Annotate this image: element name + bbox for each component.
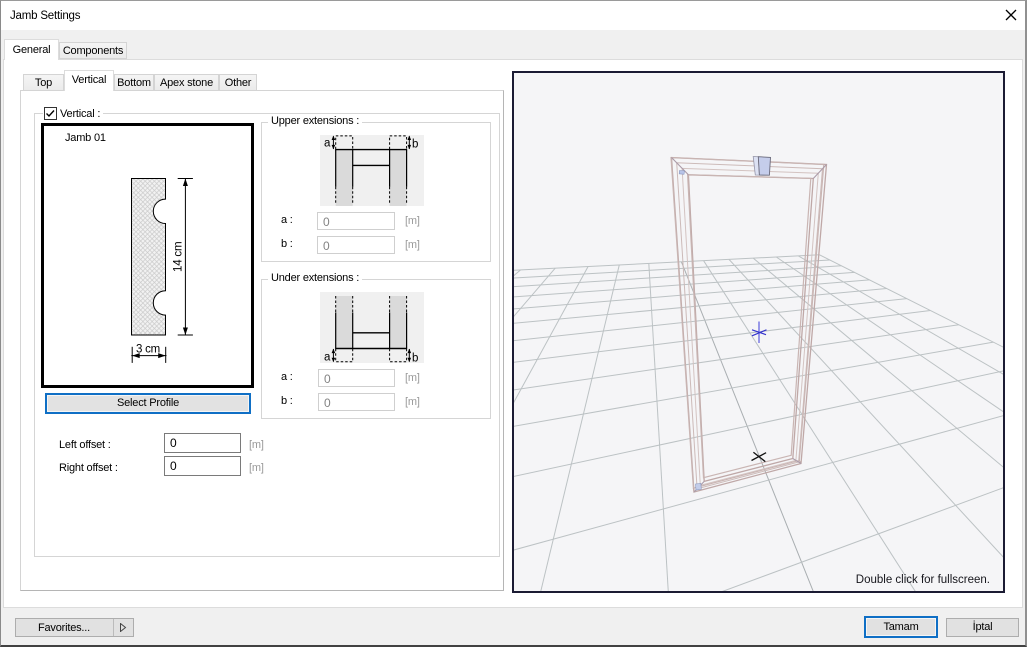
svg-text:a: a: [324, 352, 331, 364]
svg-text:a: a: [324, 138, 331, 150]
svg-text:b: b: [412, 139, 418, 151]
svg-text:14 cm: 14 cm: [173, 242, 185, 272]
svg-text:b: b: [412, 353, 418, 364]
